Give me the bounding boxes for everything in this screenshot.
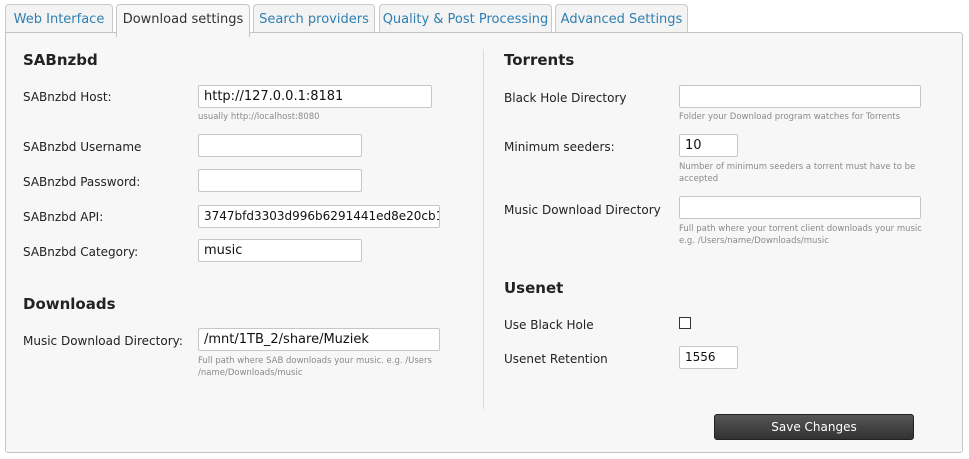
usenet-heading: Usenet <box>504 279 564 297</box>
downloads-dir-label: Music Download Directory: <box>23 334 183 348</box>
torrents-seeders-label: Minimum seeders: <box>504 140 615 154</box>
sabnzbd-api-label: SABnzbd API: <box>23 210 104 224</box>
torrents-seeders-hint-line-1: Number of minimum seeders a torrent must… <box>679 162 916 172</box>
tab-web-interface[interactable]: Web Interface <box>5 4 113 33</box>
torrents-dir-hint-line-2: e.g. /Users/name/Downloads/music <box>679 236 829 246</box>
tab-bar: Web Interface Download settings Search p… <box>0 0 969 37</box>
usenet-blackhole-checkbox[interactable] <box>679 317 691 329</box>
usenet-retention-input[interactable]: 1556 <box>679 346 738 369</box>
downloads-dir-input[interactable]: /mnt/1TB_2/share/Muziek <box>198 328 440 351</box>
torrents-seeders-input[interactable]: 10 <box>679 134 738 157</box>
downloads-dir-hint-line-1: Full path where SAB downloads your music… <box>198 356 432 366</box>
torrents-blackhole-hint: Folder your Download program watches for… <box>679 112 901 122</box>
sabnzbd-username-label: SABnzbd Username <box>23 140 142 154</box>
torrents-dir-label: Music Download Directory <box>504 203 661 217</box>
save-changes-button[interactable]: Save Changes <box>714 414 914 440</box>
torrents-blackhole-input[interactable] <box>679 85 921 108</box>
column-divider <box>483 49 484 409</box>
sabnzbd-host-input[interactable]: http://127.0.0.1:8181 <box>198 85 432 108</box>
torrents-dir-hint-line-1: Full path where your torrent client down… <box>679 224 922 234</box>
usenet-retention-label: Usenet Retention <box>504 352 608 366</box>
torrents-dir-hint: Full path where your torrent client down… <box>679 223 922 247</box>
torrents-seeders-hint: Number of minimum seeders a torrent must… <box>679 161 915 185</box>
sabnzbd-host-hint: usually http://localhost:8080 <box>198 112 320 122</box>
sabnzbd-category-label: SABnzbd Category: <box>23 245 139 259</box>
sabnzbd-host-label: SABnzbd Host: <box>23 90 112 104</box>
sabnzbd-password-label: SABnzbd Password: <box>23 175 141 189</box>
tab-download-settings[interactable]: Download settings <box>116 4 250 37</box>
downloads-heading: Downloads <box>23 295 116 313</box>
tab-quality-post-processing[interactable]: Quality & Post Processing <box>379 4 552 33</box>
tab-advanced-settings[interactable]: Advanced Settings <box>555 4 688 33</box>
sabnzbd-category-input[interactable]: music <box>198 239 362 262</box>
torrents-dir-input[interactable] <box>679 196 921 219</box>
torrents-seeders-hint-line-2: accepted <box>679 174 719 184</box>
sabnzbd-api-input[interactable]: 3747bfd3303d996b6291441ed8e20cb1 <box>198 205 440 228</box>
downloads-dir-hint: Full path where SAB downloads your music… <box>198 355 432 379</box>
sabnzbd-username-input[interactable] <box>198 134 362 157</box>
sabnzbd-password-input[interactable] <box>198 169 362 192</box>
torrents-heading: Torrents <box>504 51 575 69</box>
torrents-blackhole-label: Black Hole Directory <box>504 91 627 105</box>
usenet-blackhole-label: Use Black Hole <box>504 318 594 332</box>
sabnzbd-heading: SABnzbd <box>23 51 98 69</box>
downloads-dir-hint-line-2: /name/Downloads/music <box>198 368 303 378</box>
tab-search-providers[interactable]: Search providers <box>253 4 375 33</box>
